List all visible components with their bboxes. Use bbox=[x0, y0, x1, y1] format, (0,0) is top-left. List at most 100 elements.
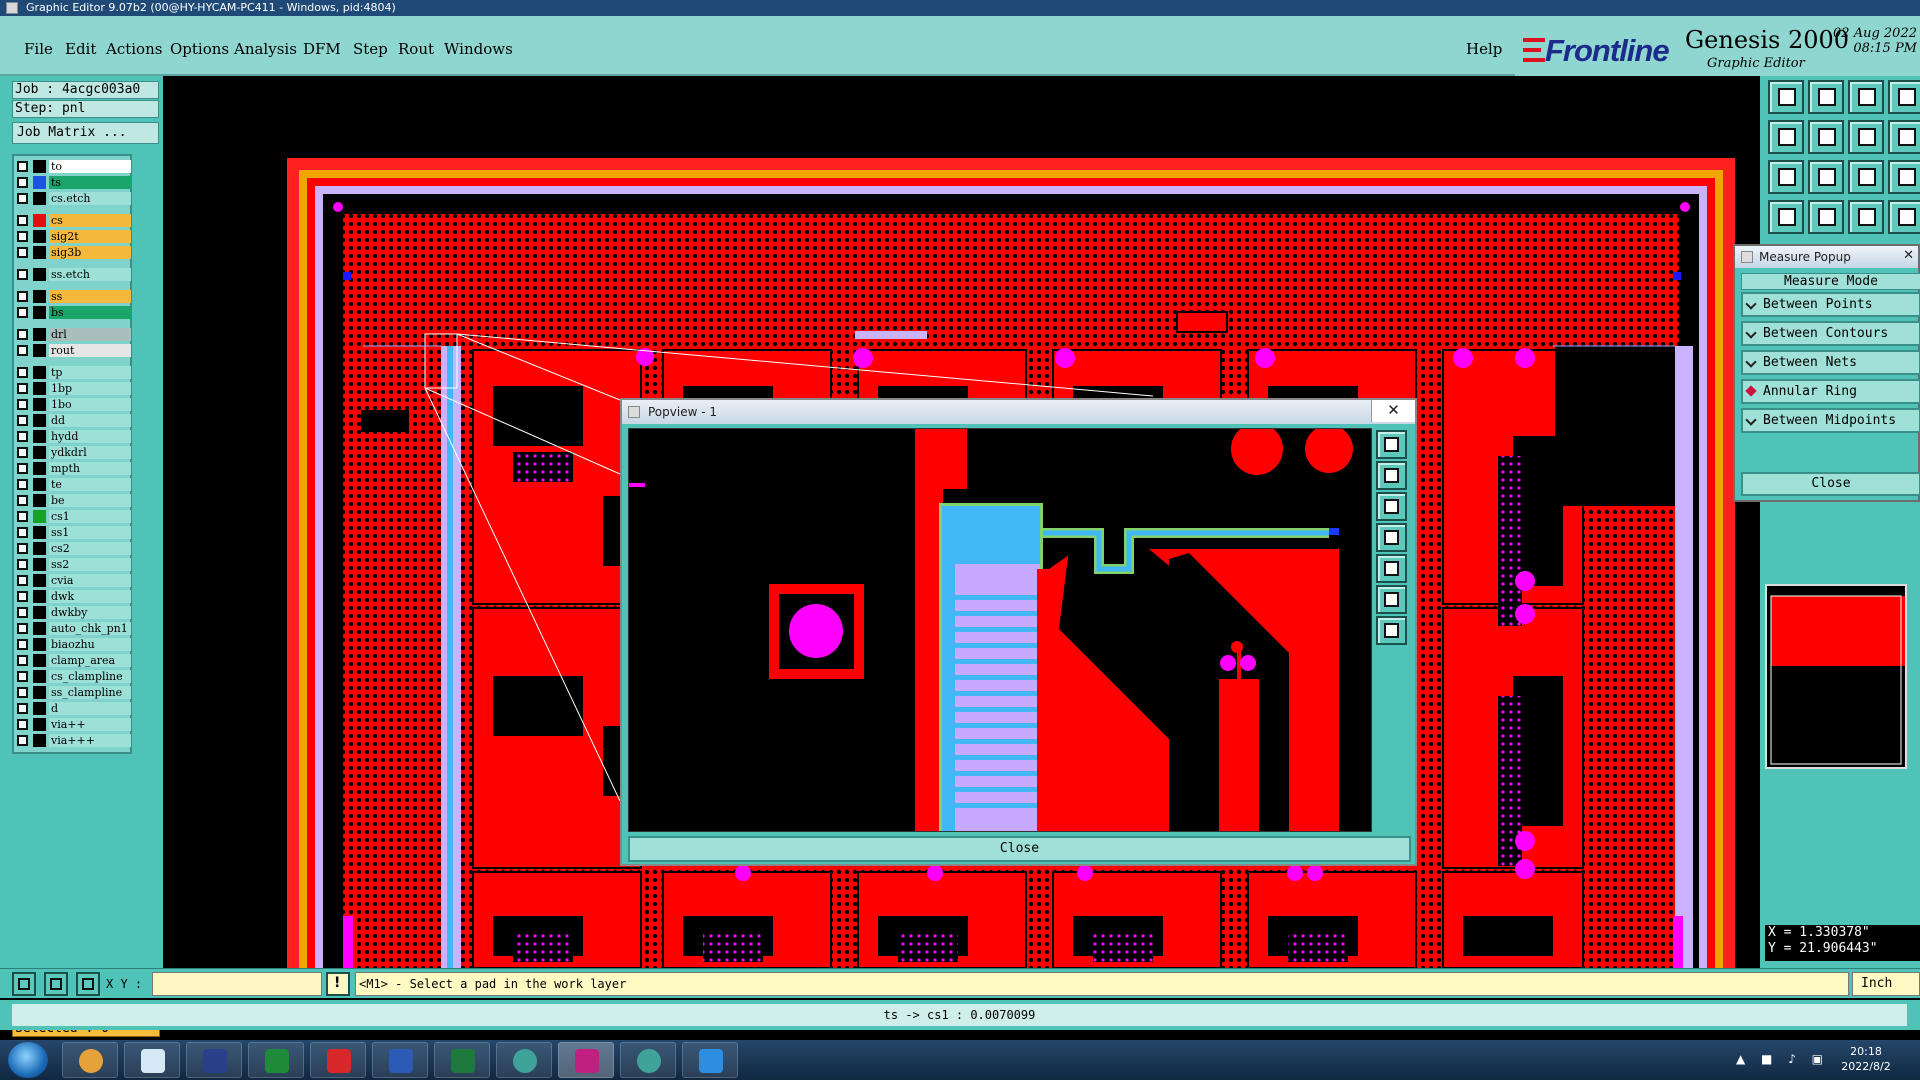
layer-name[interactable]: mpth bbox=[49, 462, 131, 475]
layer-name[interactable]: te bbox=[49, 478, 131, 491]
layer-checkbox[interactable] bbox=[17, 671, 28, 682]
popview-fit-icon[interactable] bbox=[1376, 585, 1407, 614]
alert-icon[interactable]: ! bbox=[326, 972, 350, 996]
layer-name[interactable]: ss2 bbox=[49, 558, 131, 571]
layer-row[interactable]: to bbox=[17, 160, 131, 173]
layer-row[interactable]: sig3b bbox=[17, 246, 131, 259]
layer-name[interactable]: cvia bbox=[49, 574, 131, 587]
layer-name[interactable]: cs2 bbox=[49, 542, 131, 555]
measure-popup-titlebar[interactable]: Measure Popup ✕ bbox=[1735, 246, 1918, 268]
menu-actions[interactable]: Actions bbox=[106, 40, 162, 58]
layer-name[interactable]: to bbox=[49, 160, 131, 173]
layer-row[interactable]: sig2t bbox=[17, 230, 131, 243]
layer-checkbox[interactable] bbox=[17, 703, 28, 714]
layer-checkbox[interactable] bbox=[17, 447, 28, 458]
layer-checkbox[interactable] bbox=[17, 623, 28, 634]
layer-name[interactable]: cs.etch bbox=[49, 192, 131, 205]
layer-row[interactable]: ss bbox=[17, 290, 131, 303]
layer-row[interactable]: rout bbox=[17, 344, 131, 357]
measure-option-between-points[interactable]: Between Points bbox=[1741, 292, 1920, 317]
layer-checkbox[interactable] bbox=[17, 231, 28, 242]
layer-row[interactable]: cs1 bbox=[17, 510, 131, 523]
layer-row[interactable]: via++ bbox=[17, 718, 131, 731]
layer-checkbox[interactable] bbox=[17, 495, 28, 506]
layer-checkbox[interactable] bbox=[17, 415, 28, 426]
layer-name[interactable]: ss bbox=[49, 290, 131, 303]
fit-icon[interactable] bbox=[1768, 160, 1804, 194]
taskbar-g-app-icon[interactable] bbox=[310, 1042, 366, 1078]
snap-icon[interactable] bbox=[1888, 120, 1920, 154]
unit-selector[interactable]: Inch bbox=[1852, 972, 1920, 996]
taskbar-save-icon[interactable] bbox=[186, 1042, 242, 1078]
layer-name[interactable]: hydd bbox=[49, 430, 131, 443]
layer-checkbox[interactable] bbox=[17, 463, 28, 474]
menu-rout[interactable]: Rout bbox=[398, 40, 434, 58]
taskbar-notepad-icon[interactable] bbox=[124, 1042, 180, 1078]
layer-row[interactable]: biaozhu bbox=[17, 638, 131, 651]
layer-name[interactable]: bs bbox=[49, 306, 131, 319]
menu-file[interactable]: File bbox=[24, 40, 53, 58]
layer-checkbox[interactable] bbox=[17, 383, 28, 394]
layer-checkbox[interactable] bbox=[17, 291, 28, 302]
job-matrix-button[interactable]: Job Matrix ... bbox=[12, 122, 159, 144]
layer-row[interactable]: cs.etch bbox=[17, 192, 131, 205]
layer-row[interactable]: cs bbox=[17, 214, 131, 227]
layer-row[interactable]: d bbox=[17, 702, 131, 715]
scale-icon[interactable] bbox=[1848, 160, 1884, 194]
layer-name[interactable]: cs bbox=[49, 214, 131, 227]
layer-row[interactable]: ts bbox=[17, 176, 131, 189]
layer-name[interactable]: dwk bbox=[49, 590, 131, 603]
taskbar-shell-icon[interactable] bbox=[62, 1042, 118, 1078]
layer-checkbox[interactable] bbox=[17, 575, 28, 586]
layer-name[interactable]: ss1 bbox=[49, 526, 131, 539]
popview-pan-up-icon[interactable] bbox=[1376, 461, 1407, 490]
layer-row[interactable]: be bbox=[17, 494, 131, 507]
measure-icon[interactable] bbox=[1768, 200, 1804, 234]
measure-option-between-contours[interactable]: Between Contours bbox=[1741, 321, 1920, 346]
layer-name[interactable]: via++ bbox=[49, 718, 131, 731]
layer-name[interactable]: clamp_area bbox=[49, 654, 131, 667]
layer-checkbox[interactable] bbox=[17, 269, 28, 280]
layer-checkbox[interactable] bbox=[17, 161, 28, 172]
popview-pan-right-icon[interactable] bbox=[1376, 554, 1407, 583]
layer-name[interactable]: auto_chk_pn1 bbox=[49, 622, 131, 635]
layer-checkbox[interactable] bbox=[17, 367, 28, 378]
layer-name[interactable]: dwkby bbox=[49, 606, 131, 619]
layer-name[interactable]: ts bbox=[49, 176, 131, 189]
layer-row[interactable]: cvia bbox=[17, 574, 131, 587]
menu-help[interactable]: Help bbox=[1466, 40, 1502, 58]
layer-name[interactable]: ss_clampline bbox=[49, 686, 131, 699]
layer-checkbox[interactable] bbox=[17, 591, 28, 602]
menu-step[interactable]: Step bbox=[353, 40, 388, 58]
popview-center-icon[interactable] bbox=[1376, 616, 1407, 645]
layer-name[interactable]: biaozhu bbox=[49, 638, 131, 651]
layer-checkbox[interactable] bbox=[17, 329, 28, 340]
layer-row[interactable]: dwk bbox=[17, 590, 131, 603]
system-tray-icons[interactable]: ▲ ■ ♪ ▣ bbox=[1736, 1052, 1829, 1066]
layer-checkbox[interactable] bbox=[17, 431, 28, 442]
layer-checkbox[interactable] bbox=[17, 307, 28, 318]
layer-row[interactable]: ydkdrl bbox=[17, 446, 131, 459]
layer-checkbox[interactable] bbox=[17, 543, 28, 554]
layer-row[interactable]: mpth bbox=[17, 462, 131, 475]
popview-canvas[interactable] bbox=[628, 428, 1372, 832]
redraw-icon[interactable] bbox=[1848, 120, 1884, 154]
layer-name[interactable]: 1bo bbox=[49, 398, 131, 411]
layer-checkbox[interactable] bbox=[17, 193, 28, 204]
layer-checkbox[interactable] bbox=[17, 639, 28, 650]
layer-row[interactable]: cs2 bbox=[17, 542, 131, 555]
layer-row[interactable]: ss2 bbox=[17, 558, 131, 571]
layer-checkbox[interactable] bbox=[17, 735, 28, 746]
grid-tool-icon[interactable] bbox=[76, 972, 100, 996]
layer-name[interactable]: dd bbox=[49, 414, 131, 427]
layer-name[interactable]: cs1 bbox=[49, 510, 131, 523]
measure-option-annular-ring[interactable]: Annular Ring bbox=[1741, 379, 1920, 404]
zoom-home-icon[interactable] bbox=[1768, 80, 1804, 114]
line-tool-icon[interactable] bbox=[44, 972, 68, 996]
measure-close-button[interactable]: Close bbox=[1741, 472, 1920, 496]
grid-icon[interactable] bbox=[1808, 200, 1844, 234]
taskbar-word-icon[interactable] bbox=[372, 1042, 428, 1078]
layer-name[interactable]: via+++ bbox=[49, 734, 131, 747]
popview-close-icon[interactable]: ✕ bbox=[1371, 400, 1415, 422]
layer-row[interactable]: via+++ bbox=[17, 734, 131, 747]
